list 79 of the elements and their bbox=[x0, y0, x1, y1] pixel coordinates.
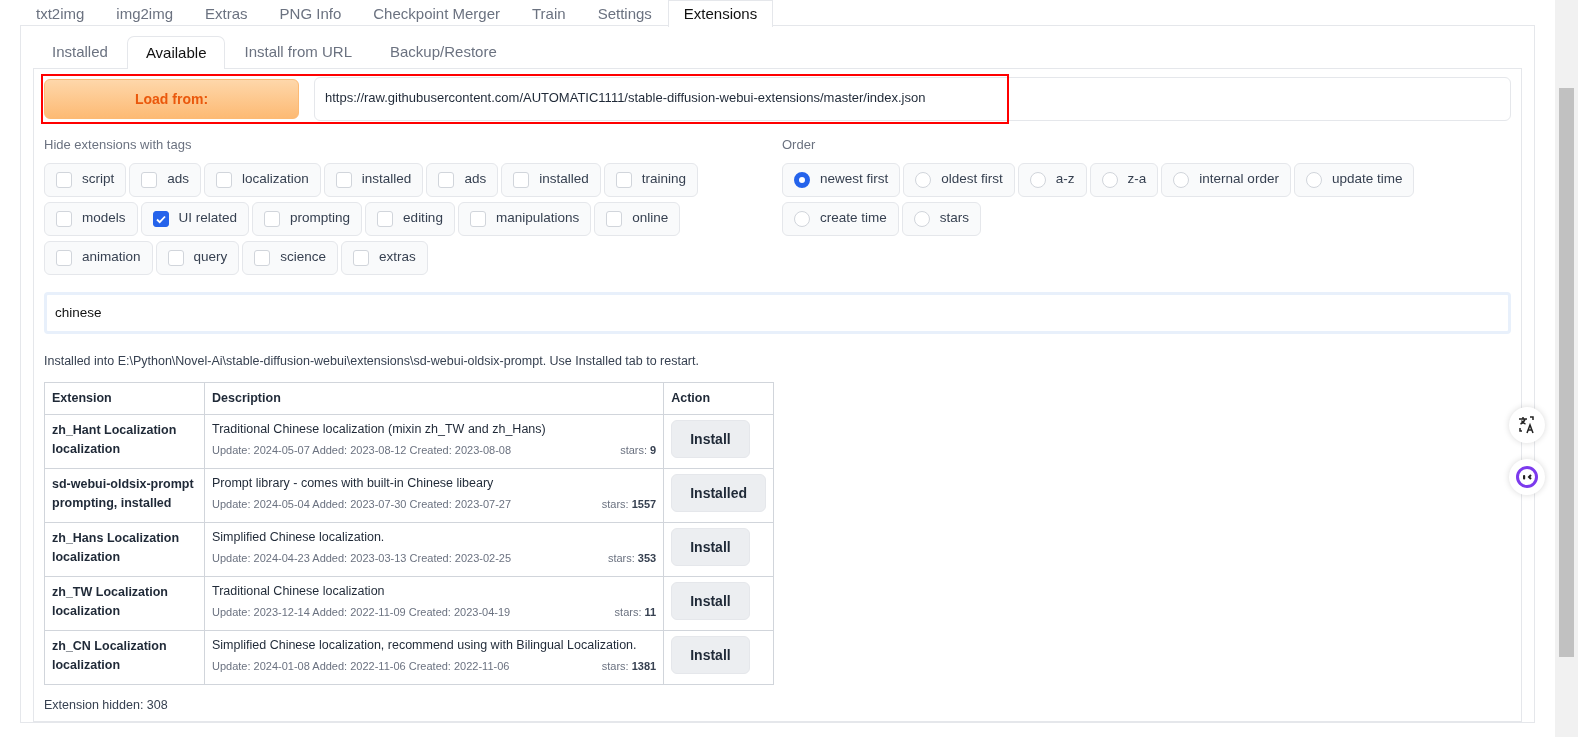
description-text: Traditional Chinese localization (mixin zh_TW and zh_Hans) bbox=[212, 421, 547, 438]
tag-checkbox[interactable]: training bbox=[603, 162, 698, 197]
hidden-count: Extension hidden: 308 bbox=[44, 697, 169, 714]
tag-checkbox[interactable]: science bbox=[242, 240, 339, 275]
tag-checkbox[interactable]: editing bbox=[365, 201, 455, 236]
description-text: Traditional Chinese localization bbox=[212, 583, 386, 600]
install-button[interactable]: Install bbox=[671, 420, 750, 458]
tab[interactable]: Settings bbox=[581, 0, 668, 26]
tab[interactable]: txt2img bbox=[20, 0, 101, 26]
tab[interactable]: Backup/Restore bbox=[371, 36, 516, 68]
extension-tags: localization bbox=[52, 656, 197, 675]
robot-face-icon[interactable] bbox=[1509, 459, 1545, 495]
tag-checkbox[interactable]: prompting bbox=[252, 201, 363, 236]
stars-count: stars: 1557 bbox=[601, 496, 657, 512]
stars-count: stars: 1381 bbox=[601, 658, 657, 674]
tab[interactable]: img2img bbox=[100, 0, 190, 26]
column-header: Description bbox=[204, 382, 664, 415]
order-radio[interactable]: internal order bbox=[1161, 162, 1291, 197]
tab[interactable]: PNG Info bbox=[263, 0, 358, 26]
install-button[interactable]: Install bbox=[671, 582, 750, 620]
install-message: Installed into E:\Python\Novel-Ai\stable-diffusion-webui\extensions\sd-webui-oldsix-prompt. Use Installed tab to restart. bbox=[44, 352, 700, 370]
tag-checkbox[interactable]: online bbox=[594, 201, 681, 236]
tag-checkbox[interactable]: animation bbox=[44, 240, 153, 275]
scrollbar-thumb[interactable] bbox=[1559, 88, 1574, 657]
order-radio[interactable]: z-a bbox=[1089, 162, 1159, 197]
description-text: Prompt library - comes with built-in Chinese libeary bbox=[212, 475, 495, 492]
tag-checkbox[interactable]: query bbox=[155, 240, 240, 275]
extension-tags: localization bbox=[52, 548, 197, 567]
date-info: Update: 2024-05-04 Added: 2023-07-30 Created: 2023-07-27 bbox=[212, 496, 512, 512]
search-field[interactable]: chinese bbox=[44, 291, 1511, 334]
extension-tags: localization bbox=[52, 440, 197, 459]
date-info: Update: 2024-05-07 Added: 2023-08-12 Created: 2023-08-08 bbox=[212, 442, 512, 458]
tag-checkbox[interactable]: UI related bbox=[140, 201, 250, 236]
tag-checkbox[interactable]: models bbox=[44, 201, 138, 236]
order-radio[interactable]: update time bbox=[1293, 162, 1415, 197]
tab[interactable]: Available bbox=[126, 36, 226, 69]
translate-icon[interactable] bbox=[1509, 407, 1545, 443]
column-header: Action bbox=[663, 382, 774, 415]
column-header: Extension bbox=[44, 382, 205, 415]
tab[interactable]: Extras bbox=[189, 0, 264, 26]
url-field[interactable]: https://raw.githubusercontent.com/AUTOMATIC1111/stable-diffusion-webui-extensions/master/index.json bbox=[314, 77, 1511, 121]
tab[interactable]: Installed bbox=[33, 36, 127, 68]
order-radio[interactable]: create time bbox=[782, 201, 899, 236]
tag-checkbox[interactable]: extras bbox=[341, 240, 428, 275]
tag-checkbox[interactable]: localization bbox=[204, 162, 321, 197]
tab[interactable]: Install from URL bbox=[225, 36, 371, 68]
order-radio[interactable]: stars bbox=[901, 201, 982, 236]
install-button[interactable]: Installed bbox=[671, 474, 766, 512]
extension-name: zh_TW Localization bbox=[52, 584, 169, 601]
tag-checkbox[interactable]: ads bbox=[129, 162, 202, 197]
tab[interactable]: Checkpoint Merger bbox=[357, 0, 516, 26]
section-label: Hide extensions with tags bbox=[44, 136, 193, 154]
date-info: Update: 2024-04-23 Added: 2023-03-13 Created: 2023-02-25 bbox=[212, 550, 512, 566]
tab[interactable]: Train bbox=[516, 0, 582, 26]
date-info: Update: 2023-12-14 Added: 2022-11-09 Created: 2023-04-19 bbox=[212, 604, 511, 620]
tag-checkbox[interactable]: installed bbox=[323, 162, 424, 197]
stars-count: stars: 353 bbox=[607, 550, 657, 566]
tag-checkbox[interactable]: ads bbox=[426, 162, 499, 197]
stars-count: stars: 11 bbox=[614, 604, 657, 620]
section-label: Order bbox=[782, 136, 817, 154]
order-radio[interactable]: newest first bbox=[782, 162, 901, 197]
order-radio[interactable]: oldest first bbox=[903, 162, 1015, 197]
install-button[interactable]: Install bbox=[671, 636, 750, 674]
tag-checkbox[interactable]: manipulations bbox=[457, 201, 592, 236]
install-button[interactable]: Install bbox=[671, 528, 750, 566]
extension-name: sd-webui-oldsix-prompt bbox=[52, 476, 195, 493]
order-radio[interactable]: a-z bbox=[1017, 162, 1087, 197]
tag-checkbox[interactable]: installed bbox=[501, 162, 601, 197]
description-text: Simplified Chinese localization. bbox=[212, 529, 386, 546]
extension-name: zh_Hant Localization bbox=[52, 422, 178, 439]
extension-name: zh_CN Localization bbox=[52, 638, 168, 655]
extension-name: zh_Hans Localization bbox=[52, 530, 181, 547]
tag-checkbox[interactable]: script bbox=[44, 162, 127, 197]
extension-tags: localization bbox=[52, 602, 197, 621]
stars-count: stars: 9 bbox=[620, 442, 657, 458]
description-text: Simplified Chinese localization, recommend using with Bilingual Localization. bbox=[212, 637, 638, 654]
date-info: Update: 2024-01-08 Added: 2022-11-06 Created: 2022-11-06 bbox=[212, 658, 510, 674]
extension-tags: prompting, installed bbox=[52, 494, 197, 513]
tab[interactable]: Extensions bbox=[667, 0, 774, 27]
